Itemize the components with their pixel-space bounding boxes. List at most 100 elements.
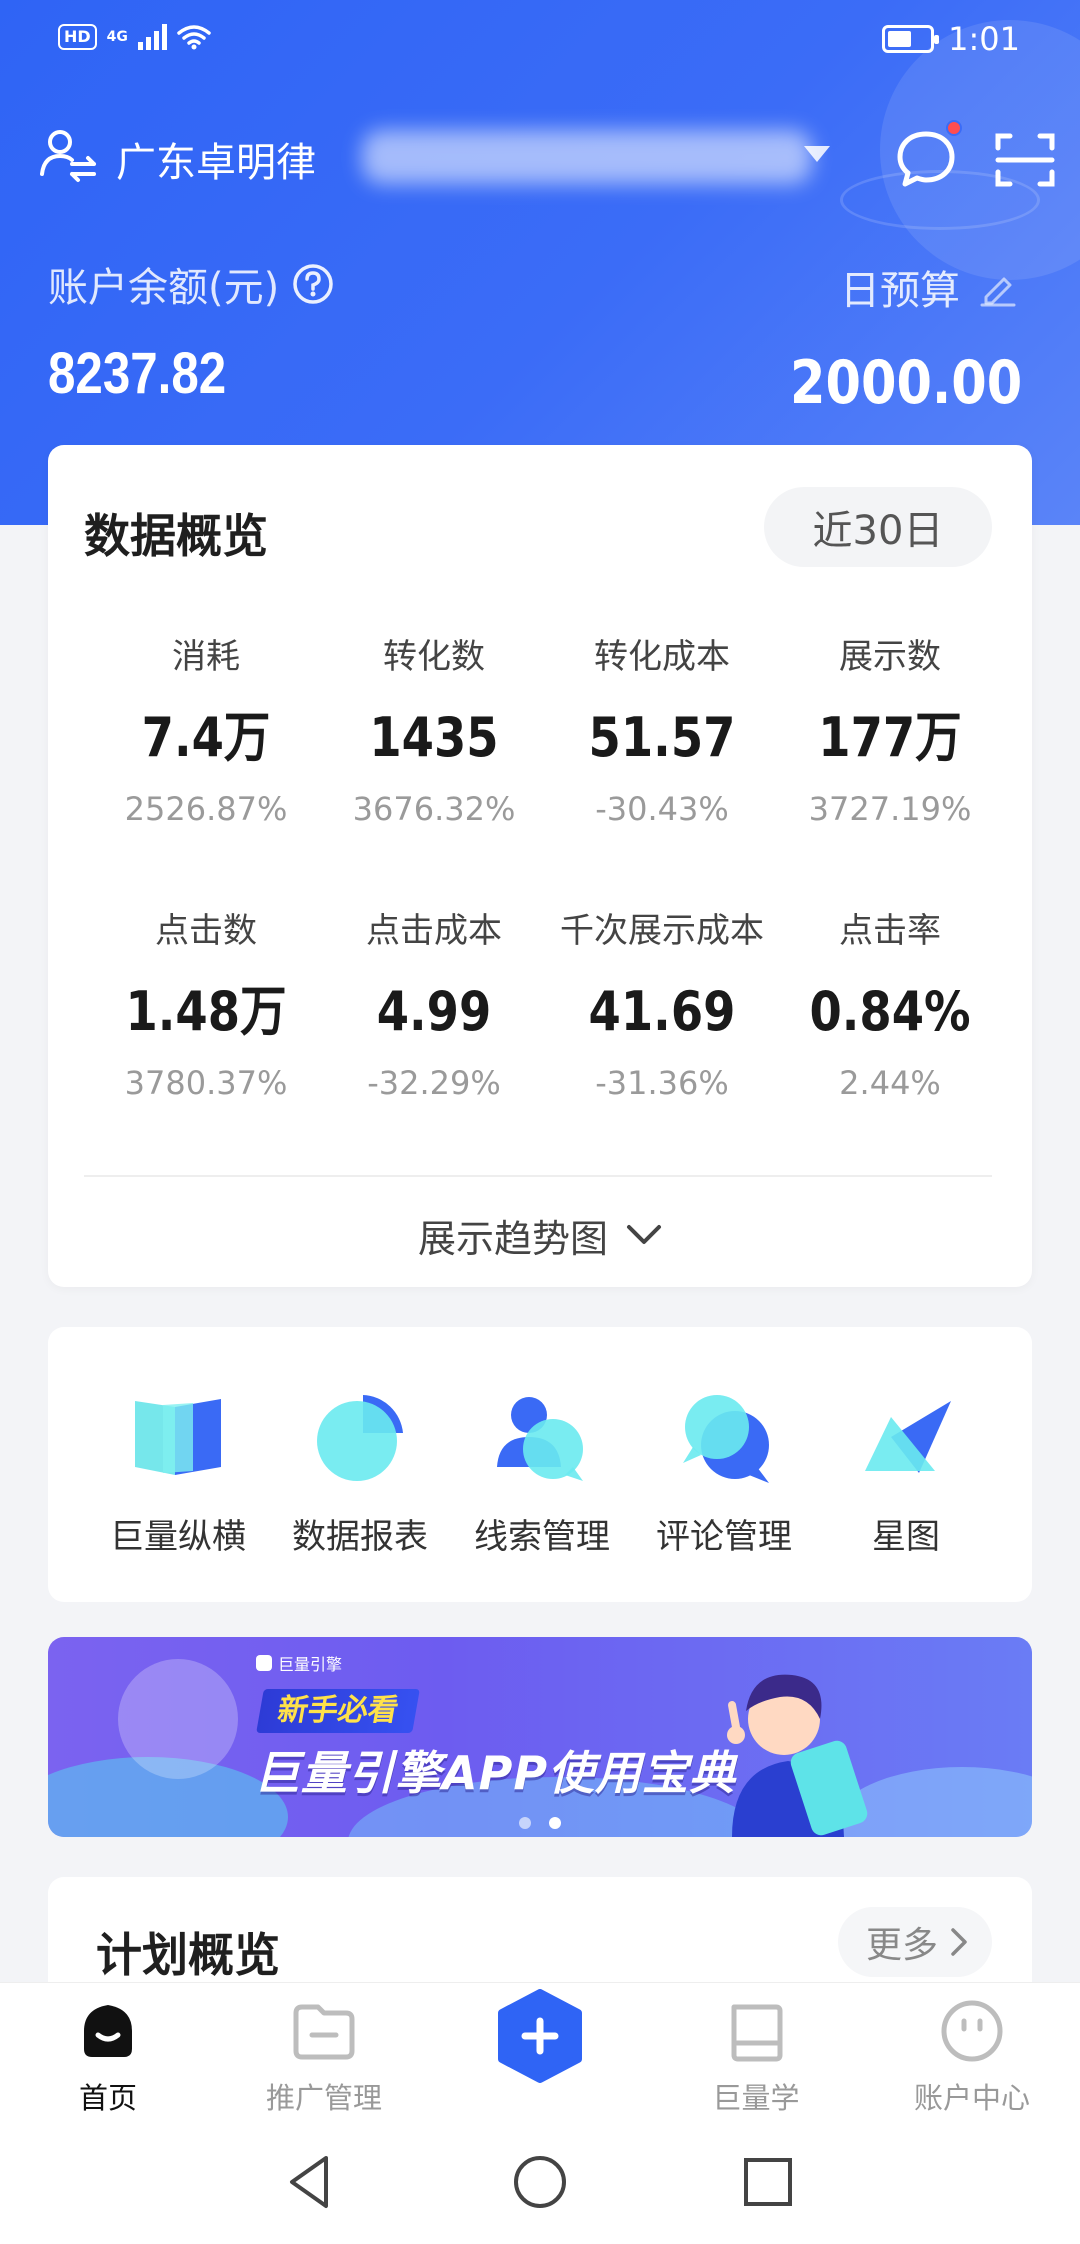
more-label: 更多 [865, 1925, 938, 1966]
help-icon[interactable] [291, 262, 335, 306]
metric-value: 177万 [818, 706, 962, 769]
budget-value: 2000.00 [789, 348, 1022, 418]
status-indicators: HD 4G [58, 24, 211, 50]
metric-conversion-cost[interactable]: 转化成本 51.57 -30.43% [548, 635, 776, 829]
shortcut-star-map[interactable]: 星图 [816, 1387, 996, 1558]
tab-learn[interactable]: 巨量学 [676, 1997, 836, 2117]
metric-value: 41.69 [588, 980, 736, 1043]
banner-tag: 新手必看 [256, 1689, 420, 1733]
star-map-icon [865, 1401, 951, 1473]
wifi-icon [177, 25, 211, 50]
metric-change: 3676.32% [352, 790, 516, 828]
status-bar: HD 4G 1:01 [0, 0, 1080, 80]
metric-label: 消耗 [172, 637, 240, 677]
promo-banner[interactable]: 巨量引擎 新手必看 巨量引擎APP使用宝典 [48, 1637, 1032, 1837]
metric-label: 点击率 [839, 911, 941, 951]
metric-click-cost[interactable]: 点击成本 4.99 -32.29% [320, 909, 548, 1103]
pagination-dot-active[interactable] [549, 1817, 561, 1829]
account-row: 广东卓明律 [40, 120, 1055, 200]
tab-promotion-management[interactable]: 推广管理 [244, 1997, 404, 2117]
metric-impressions[interactable]: 展示数 177万 3727.19% [776, 635, 1004, 829]
recents-icon[interactable] [738, 2152, 798, 2212]
tab-label: 巨量学 [712, 2081, 800, 2115]
shortcut-label: 数据报表 [292, 1517, 428, 1557]
budget-label[interactable]: 日预算 [840, 258, 1018, 316]
banner-brand: 巨量引擎 [256, 1651, 342, 1675]
pie-chart-icon [317, 1395, 403, 1481]
period-selector[interactable]: 近30日 [764, 487, 992, 567]
metric-change: 2.44% [839, 1064, 941, 1102]
battery-icon [882, 25, 940, 53]
metric-value: 0.84% [809, 980, 971, 1043]
create-plus-button[interactable] [496, 1989, 584, 2083]
overview-title: 数据概览 [84, 509, 268, 563]
metric-label: 千次展示成本 [560, 911, 764, 951]
metric-change: 2526.87% [124, 790, 288, 828]
shortcut-label: 线索管理 [474, 1517, 610, 1557]
account-name[interactable]: 广东卓明律 [116, 130, 316, 188]
shortcut-data-report[interactable]: 数据报表 [270, 1387, 450, 1558]
metric-label: 点击数 [155, 911, 257, 951]
account-name-redacted [362, 130, 812, 184]
more-button[interactable]: 更多 [837, 1907, 992, 1977]
map-book-icon [135, 1399, 221, 1475]
edit-icon[interactable] [978, 267, 1018, 307]
chevron-right-icon [951, 1928, 967, 1956]
metric-change: 3780.37% [124, 1064, 288, 1102]
divider [84, 1175, 992, 1177]
home-icon [84, 2005, 132, 2057]
banner-brand-text: 巨量引擎 [278, 1655, 343, 1674]
shortcut-comment-management[interactable]: 评论管理 [634, 1387, 814, 1558]
shortcut-label: 星图 [872, 1517, 940, 1557]
metric-label: 转化成本 [594, 637, 730, 677]
system-navigation-bar [0, 2122, 1080, 2244]
shortcut-lead-management[interactable]: 线索管理 [452, 1387, 632, 1558]
pagination-dot[interactable] [519, 1817, 531, 1829]
switch-account-icon[interactable] [40, 126, 98, 184]
metric-change: -32.29% [367, 1064, 501, 1102]
book-icon [731, 2004, 783, 2062]
smiley-icon [941, 2000, 1003, 2062]
metric-value: 1.48万 [125, 980, 287, 1043]
show-trend-button[interactable]: 展示趋势图 [48, 1207, 1032, 1263]
trend-toggle-label: 展示趋势图 [417, 1216, 608, 1261]
metric-change: -31.36% [595, 1064, 729, 1102]
chat-bubbles-icon [683, 1395, 769, 1483]
metric-label: 展示数 [839, 637, 941, 677]
metric-cpm[interactable]: 千次展示成本 41.69 -31.36% [548, 909, 776, 1103]
back-icon[interactable] [280, 2152, 340, 2212]
character-illustration-icon [727, 1674, 868, 1837]
signal-icon [137, 24, 167, 50]
metric-value: 7.4万 [141, 706, 271, 769]
banner-title: 巨量引擎APP使用宝典 [254, 1746, 737, 1800]
plans-title: 计划概览 [96, 1928, 280, 1982]
metric-conversions[interactable]: 转化数 1435 3676.32% [320, 635, 548, 829]
network-type: 4G [106, 29, 128, 45]
metric-change: -30.43% [595, 790, 729, 828]
metric-value: 1435 [369, 706, 499, 769]
shortcut-juliang-zongheng[interactable]: 巨量纵横 [88, 1387, 268, 1558]
tab-account-center[interactable]: 账户中心 [892, 1997, 1052, 2117]
tab-home[interactable]: 首页 [28, 1997, 188, 2117]
notification-dot [946, 120, 962, 136]
chevron-down-icon [627, 1225, 661, 1244]
metric-value: 4.99 [376, 980, 492, 1043]
hd-badge: HD [58, 24, 97, 50]
home-circle-icon[interactable] [510, 2152, 570, 2212]
user-bubble-icon [497, 1397, 583, 1481]
shortcuts-card: 巨量纵横 数据报表 线索管理 评论管理 星图 [48, 1327, 1032, 1602]
chevron-down-icon[interactable] [802, 142, 832, 166]
balance-value: 8237.82 [48, 341, 227, 406]
balance-label: 账户余额(元) [48, 255, 335, 313]
metric-value: 51.57 [588, 706, 736, 769]
clock: 1:01 [948, 20, 1020, 58]
tab-label: 首页 [78, 2081, 137, 2115]
metric-ctr[interactable]: 点击率 0.84% 2.44% [776, 909, 1004, 1103]
scan-icon[interactable] [994, 130, 1056, 190]
metric-clicks[interactable]: 点击数 1.48万 3780.37% [92, 909, 320, 1103]
tab-label: 账户中心 [913, 2081, 1030, 2115]
metric-spend[interactable]: 消耗 7.4万 2526.87% [92, 635, 320, 829]
metric-label: 转化数 [383, 637, 485, 677]
tab-label: 推广管理 [265, 2081, 382, 2115]
balance-label-text: 账户余额(元) [48, 265, 280, 311]
